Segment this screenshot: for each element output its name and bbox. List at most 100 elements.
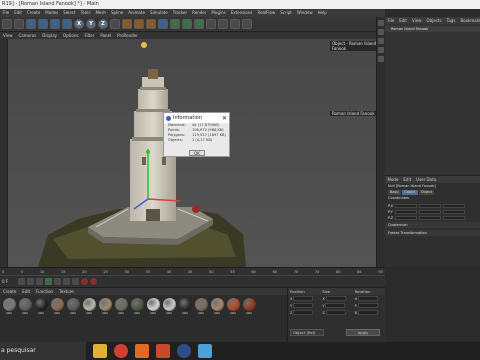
layers-tab-icon[interactable] (378, 56, 384, 62)
main-menu-item[interactable]: Window (294, 9, 315, 17)
x-axis-lock-button[interactable]: X (74, 19, 84, 29)
coordinate-value-field[interactable] (358, 310, 379, 315)
main-menu-item[interactable]: Help (315, 9, 329, 17)
coord-value-field[interactable] (443, 209, 465, 214)
material-menu-item[interactable]: Texture (56, 288, 77, 295)
render-view-icon[interactable] (122, 19, 132, 29)
coordinate-value-field[interactable] (358, 296, 379, 301)
coordinate-mode-select[interactable]: Object (Rel) (290, 329, 324, 336)
floor-icon[interactable] (218, 19, 228, 29)
main-menu-item[interactable]: Spline (108, 9, 125, 17)
main-menu-item[interactable]: Tracker (170, 9, 189, 17)
main-menu-item[interactable]: Simulate (148, 9, 171, 17)
move-tool-icon[interactable] (38, 19, 48, 29)
material-menu-item[interactable]: Function (33, 288, 56, 295)
cube-icon[interactable] (158, 19, 168, 29)
go-to-start-icon[interactable] (18, 278, 25, 285)
main-menu-item[interactable]: Extensions (228, 9, 255, 17)
play-icon[interactable] (45, 278, 52, 285)
coordinate-value-field[interactable] (293, 303, 314, 308)
coord-value-field[interactable] (443, 215, 465, 220)
apply-button[interactable]: Apply (346, 329, 380, 336)
main-menu-item[interactable]: Animate (126, 9, 148, 17)
viewport-menu-item[interactable]: Options (60, 32, 81, 39)
coordinate-value-field[interactable] (293, 296, 314, 301)
coordinate-value-field[interactable] (325, 310, 346, 315)
main-menu-item[interactable]: Mesh (93, 9, 109, 17)
object-menu-item[interactable]: View (409, 17, 424, 24)
material-swatch[interactable]: Mat (98, 298, 112, 316)
render-settings-icon[interactable] (146, 19, 156, 29)
viewport-menu-item[interactable]: View (0, 32, 16, 39)
takes-tab-icon[interactable] (378, 29, 384, 35)
coord-value-field[interactable] (395, 215, 417, 220)
object-menu-item[interactable]: Edit (397, 17, 410, 24)
viewport-menu-item[interactable]: ProRender (114, 32, 141, 39)
coordinate-value-field[interactable] (357, 303, 378, 308)
coord-value-field[interactable] (419, 209, 441, 214)
object-menu-item[interactable]: Objects (424, 17, 444, 24)
light-object-icon[interactable] (141, 42, 147, 48)
main-menu-item[interactable]: Script (278, 9, 295, 17)
material-swatch[interactable]: Mat (66, 298, 80, 316)
material-swatch[interactable]: Mat (210, 298, 224, 316)
ok-button[interactable]: OK (189, 150, 205, 156)
coordinate-value-field[interactable] (325, 296, 346, 301)
attribute-section[interactable]: Freeze Transformation (385, 230, 480, 236)
camera-icon[interactable] (230, 19, 240, 29)
material-swatch[interactable]: Mat (34, 298, 48, 316)
material-swatch[interactable]: Mat (50, 298, 64, 316)
next-key-icon[interactable] (63, 278, 70, 285)
viewport-menu-item[interactable]: Filter (81, 32, 97, 39)
main-menu-item[interactable]: File (0, 9, 12, 17)
material-swatch[interactable]: Mat (82, 298, 96, 316)
rotate-tool-icon[interactable] (62, 19, 72, 29)
next-frame-icon[interactable] (54, 278, 61, 285)
previous-key-icon[interactable] (27, 278, 34, 285)
taskbar-search[interactable]: a pesquisar (0, 342, 86, 360)
timeline-ruler[interactable]: 0 5 10 15 20 25 30 35 40 45 50 55 60 65 70 75 80 85 90 (0, 268, 385, 276)
material-menu-item[interactable]: Create (0, 288, 19, 295)
scale-tool-icon[interactable] (50, 19, 60, 29)
array-icon[interactable] (194, 19, 204, 29)
structure-tab-icon[interactable] (378, 47, 384, 53)
previous-frame-icon[interactable] (36, 278, 43, 285)
attribute-menu-item[interactable]: Edit (401, 176, 414, 183)
object-menu-item[interactable]: Tags (444, 17, 458, 24)
go-to-end-icon[interactable] (72, 278, 79, 285)
viewport-menu-item[interactable]: Cameras (16, 32, 40, 39)
main-menu-item[interactable]: Modes (43, 9, 61, 17)
houdini-icon[interactable] (156, 344, 170, 358)
material-swatch[interactable]: Mat (2, 298, 16, 316)
undo-icon[interactable] (2, 19, 12, 29)
object-menu-item[interactable]: File (385, 17, 397, 24)
attribute-section[interactable]: Quaternion (385, 222, 480, 228)
material-swatch[interactable]: Mat (178, 298, 192, 316)
material-swatch[interactable]: Mat (226, 298, 240, 316)
main-menu-item[interactable]: Tools (78, 9, 93, 17)
coordinate-system-icon[interactable] (110, 19, 120, 29)
y-axis-lock-button[interactable]: Y (86, 19, 96, 29)
coord-value-field[interactable] (395, 209, 417, 214)
main-menu-item[interactable]: Plugins (209, 9, 228, 17)
material-swatch[interactable]: Mat (242, 298, 256, 316)
coord-value-field[interactable] (419, 203, 441, 208)
firefox-icon[interactable] (135, 344, 149, 358)
coord-value-field[interactable] (443, 203, 465, 208)
cinema4d-icon[interactable] (177, 344, 191, 358)
material-swatch[interactable]: Mat (194, 298, 208, 316)
deformer-icon[interactable] (206, 19, 216, 29)
coordinate-value-field[interactable] (325, 303, 346, 308)
main-menu-item[interactable]: Create (24, 9, 42, 17)
coord-value-field[interactable] (419, 215, 441, 220)
light-icon[interactable] (242, 19, 252, 29)
main-menu-item[interactable]: Edit (12, 9, 25, 17)
content-browser-tab-icon[interactable] (378, 38, 384, 44)
render-picture-viewer-icon[interactable] (134, 19, 144, 29)
material-swatch[interactable]: Mat (18, 298, 32, 316)
attribute-menu-item[interactable]: Mode (385, 176, 401, 183)
z-axis-lock-button[interactable]: Z (98, 19, 108, 29)
autokey-icon[interactable] (90, 278, 97, 285)
material-swatch[interactable]: Mat (162, 298, 176, 316)
material-swatch[interactable]: Mat (114, 298, 128, 316)
